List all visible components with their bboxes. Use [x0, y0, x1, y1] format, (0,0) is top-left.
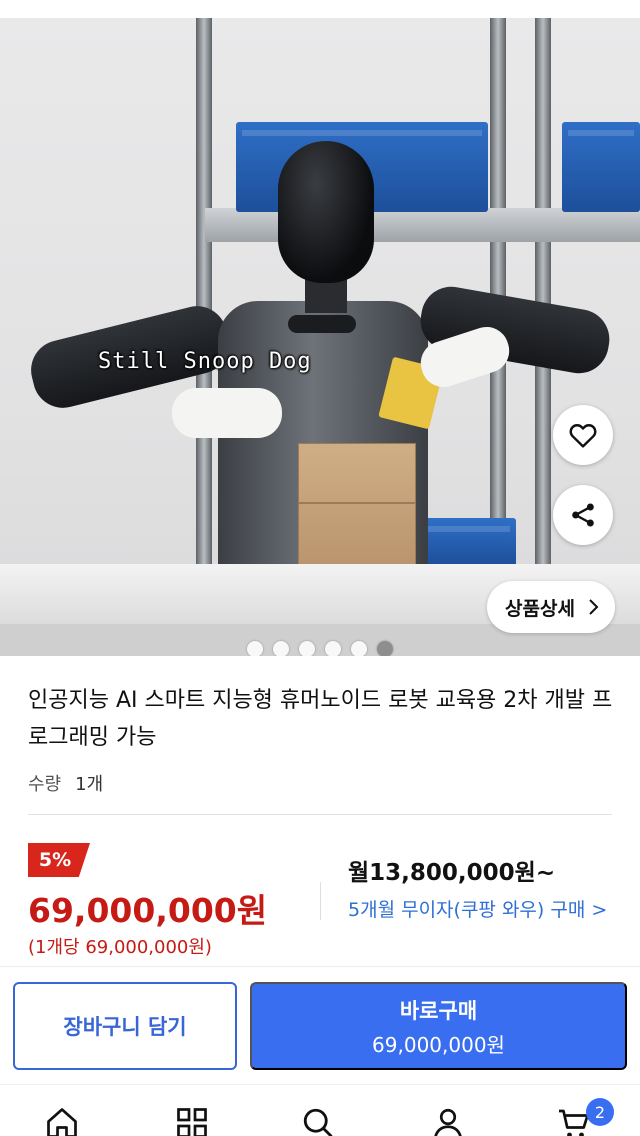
product-image[interactable]: Still Snoop Dog 상품상세: [0, 18, 640, 656]
nav-my-page[interactable]: [430, 1105, 470, 1136]
rack-post: [535, 18, 551, 578]
storage-bin: [562, 122, 640, 212]
quantity-row: 수량 1개: [28, 770, 103, 796]
divider: [28, 814, 612, 815]
unit-price: (1개당 69,000,000원): [28, 937, 212, 958]
nav-home[interactable]: [44, 1105, 84, 1136]
buy-now-button[interactable]: 바로구매 69,000,000원: [250, 982, 627, 1070]
chevron-right-icon: [589, 599, 599, 615]
shelf: [205, 208, 640, 242]
user-icon: [434, 1108, 462, 1136]
installment-link[interactable]: 5개월 무이자(쿠팡 와우) 구매 >: [348, 895, 608, 925]
robot-hand: [172, 388, 282, 438]
robot-head: [278, 141, 374, 283]
cart-count-badge: 2: [586, 1098, 614, 1126]
robot-visor: [288, 315, 356, 333]
wishlist-button[interactable]: [553, 405, 613, 465]
nav-search[interactable]: [300, 1105, 340, 1136]
discount-badge: 5%: [28, 843, 90, 877]
buy-now-label: 바로구매: [399, 998, 478, 1023]
product-detail-button[interactable]: 상품상세: [487, 581, 615, 633]
purchase-action-bar: 장바구니 담기 바로구매 69,000,000원: [0, 966, 640, 1084]
cardboard-box: [298, 443, 416, 578]
storage-bin: [416, 518, 516, 566]
nav-category[interactable]: [174, 1105, 214, 1136]
carousel-indicator[interactable]: [0, 641, 640, 656]
quantity-value: 1개: [75, 774, 104, 795]
divider: [320, 882, 321, 920]
carousel-dot-active[interactable]: [351, 641, 367, 656]
product-detail-label: 상품상세: [505, 597, 575, 620]
quantity-label: 수량: [28, 774, 62, 795]
buy-now-price: 69,000,000원: [372, 1032, 505, 1057]
monthly-price: 월13,800,000원~: [348, 860, 556, 886]
rack-post: [196, 18, 212, 578]
product-title: 인공지능 AI 스마트 지능형 휴머노이드 로봇 교육용 2차 개발 프로그래밍…: [28, 688, 613, 750]
carousel-dot[interactable]: [273, 641, 289, 656]
search-icon: [303, 1108, 333, 1136]
carousel-dot[interactable]: [377, 641, 393, 656]
carousel-dot[interactable]: [325, 641, 341, 656]
home-icon: [47, 1108, 77, 1136]
carousel-dot[interactable]: [247, 641, 263, 656]
sale-price: 69,000,000원: [28, 891, 268, 930]
heart-icon: [569, 424, 597, 448]
video-watermark: Still Snoop Dog: [98, 349, 312, 374]
bottom-navigation: [0, 1084, 640, 1136]
share-button[interactable]: [553, 485, 613, 545]
carousel-dot[interactable]: [299, 641, 315, 656]
category-icon: [177, 1108, 207, 1136]
add-to-cart-button[interactable]: 장바구니 담기: [13, 982, 237, 1070]
share-icon: [572, 503, 594, 527]
